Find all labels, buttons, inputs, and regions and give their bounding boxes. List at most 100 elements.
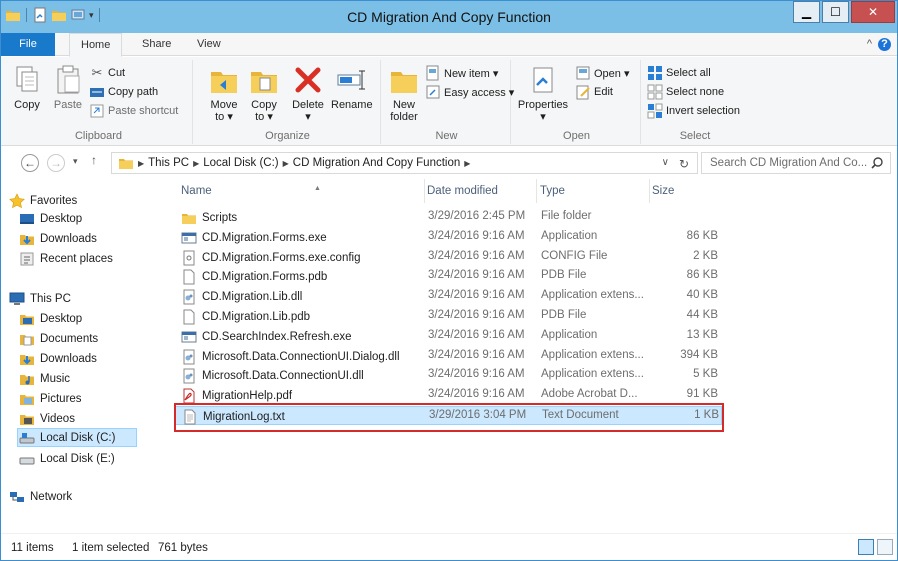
help-icon[interactable]: ? xyxy=(878,38,891,51)
nav-music[interactable]: Music xyxy=(19,369,70,388)
file-row[interactable]: CD.Migration.Forms.pdb 3/24/2016 9:16 AM P… xyxy=(175,267,722,286)
details-view-button[interactable] xyxy=(858,539,874,555)
tab-view[interactable]: View xyxy=(186,33,232,56)
paste-shortcut-button[interactable]: Paste shortcut xyxy=(89,102,178,120)
file-size: 2 KB xyxy=(693,249,718,262)
breadcrumb-this-pc[interactable]: This PC xyxy=(148,157,189,169)
file-row[interactable]: Scripts 3/29/2016 2:45 PM File folder xyxy=(175,208,722,227)
application-icon xyxy=(181,331,197,343)
file-name: Microsoft.Data.ConnectionUI.Dialog.dll xyxy=(202,350,400,363)
file-row[interactable]: CD.Migration.Forms.exe 3/24/2016 9:16 AM A… xyxy=(175,228,722,247)
nav-recent-places[interactable]: Recent places xyxy=(19,249,113,268)
ribbon: Copy Paste ✂ Cut Copy path Paste shortcu… xyxy=(1,57,897,146)
edit-button[interactable]: Edit xyxy=(575,83,613,101)
back-button[interactable]: ← xyxy=(21,154,39,172)
edit-icon xyxy=(576,85,590,100)
file-name-cell: CD.Migration.Forms.exe xyxy=(181,230,327,246)
open-group: Properties ▾ Open ▾ Edit Open xyxy=(513,60,641,144)
desktop-icon xyxy=(20,213,34,224)
maximize-button[interactable]: ☐ xyxy=(822,1,849,23)
new-item-button[interactable]: New item ▾ xyxy=(425,64,498,82)
address-bar[interactable]: ▶ This PC ▶ Local Disk (C:) ▶ CD Migrati… xyxy=(111,152,698,174)
file-row[interactable]: CD.SearchIndex.Refresh.exe 3/24/2016 9:16… xyxy=(175,327,722,346)
select-group: Select all Select none Invert selection … xyxy=(643,60,747,144)
up-button[interactable]: ↑ xyxy=(91,153,97,167)
open-button[interactable]: Open ▾ xyxy=(575,64,630,82)
search-box[interactable]: Search CD Migration And Co... xyxy=(701,152,891,174)
drive-icon xyxy=(19,432,35,443)
nav-downloads[interactable]: Downloads xyxy=(19,229,97,248)
breadcrumb-current-folder[interactable]: CD Migration And Copy Function xyxy=(293,157,460,169)
new-folder-icon xyxy=(391,72,417,93)
move-to-icon xyxy=(211,72,237,93)
nav-pc-downloads[interactable]: Downloads xyxy=(19,349,97,368)
pictures-icon xyxy=(20,394,34,405)
tab-share[interactable]: Share xyxy=(131,33,182,56)
copy-button[interactable]: Copy xyxy=(11,64,43,111)
tab-home[interactable]: Home xyxy=(69,33,123,57)
file-size: 86 KB xyxy=(686,229,718,242)
copy-to-button[interactable]: Copy to ▾ xyxy=(247,64,281,123)
move-to-button[interactable]: Move to ▾ xyxy=(207,64,241,123)
network-icon xyxy=(10,491,24,502)
large-icons-view-button[interactable] xyxy=(877,539,893,555)
file-name: CD.SearchIndex.Refresh.exe xyxy=(202,330,352,343)
nav-favorites[interactable]: Favorites xyxy=(9,191,77,210)
file-type: PDB File xyxy=(541,269,587,282)
select-none-icon xyxy=(647,84,663,100)
delete-button[interactable]: Delete ▾ xyxy=(289,64,327,123)
address-history-icon[interactable]: ∨ xyxy=(662,157,669,171)
file-icon xyxy=(183,309,195,325)
select-all-button[interactable]: Select all xyxy=(647,64,711,82)
paste-button[interactable]: Paste xyxy=(51,64,85,111)
file-date: 3/24/2016 9:16 AM xyxy=(428,388,525,401)
easy-access-button[interactable]: Easy access ▾ xyxy=(425,83,514,101)
file-row[interactable]: CD.Migration.Lib.pdb 3/24/2016 9:16 AM PDB… xyxy=(175,307,722,326)
file-row[interactable]: CD.Migration.Lib.dll 3/24/2016 9:16 AM App… xyxy=(175,287,722,306)
select-none-button[interactable]: Select none xyxy=(647,83,724,101)
cut-icon: ✂ xyxy=(91,65,103,80)
nav-pc-desktop[interactable]: Desktop xyxy=(19,309,82,328)
breadcrumb-local-disk[interactable]: Local Disk (C:) xyxy=(203,157,278,169)
minimize-button[interactable]: ▁ xyxy=(793,1,820,23)
tab-file[interactable]: File xyxy=(1,33,55,56)
nav-local-disk-c[interactable]: Local Disk (C:) xyxy=(17,428,137,447)
nav-local-disk-e[interactable]: Local Disk (E:) xyxy=(19,449,115,468)
status-item-count: 11 items xyxy=(11,542,54,554)
nav-videos[interactable]: Videos xyxy=(19,409,75,428)
file-name-cell: CD.SearchIndex.Refresh.exe xyxy=(181,329,352,345)
column-header-type[interactable]: Type xyxy=(540,179,650,203)
nav-this-pc[interactable]: This PC xyxy=(9,289,71,308)
nav-documents[interactable]: Documents xyxy=(19,329,98,348)
close-button[interactable]: ✕ xyxy=(851,1,895,23)
recent-places-icon xyxy=(20,252,34,265)
column-header-date[interactable]: Date modified xyxy=(427,179,537,203)
folder-icon xyxy=(182,214,196,224)
copy-path-button[interactable]: Copy path xyxy=(89,83,158,101)
collapse-ribbon-icon[interactable]: ^ xyxy=(867,38,872,50)
file-type: Application extens... xyxy=(541,289,644,302)
invert-selection-button[interactable]: Invert selection xyxy=(647,102,740,120)
rename-button[interactable]: Rename xyxy=(331,64,373,111)
file-type: Application extens... xyxy=(541,348,644,361)
search-icon[interactable] xyxy=(870,156,884,170)
navigation-bar: ← → ▾ ↑ ▶ This PC ▶ Local Disk (C:) ▶ CD… xyxy=(1,147,897,179)
file-row[interactable]: CD.Migration.Forms.exe.config 3/24/2016 9… xyxy=(175,248,722,267)
forward-button[interactable]: → xyxy=(47,154,65,172)
properties-button[interactable]: Properties ▾ xyxy=(517,64,569,123)
column-header-size[interactable]: Size xyxy=(652,179,722,203)
new-folder-button[interactable]: New folder xyxy=(387,64,421,123)
file-row[interactable]: Microsoft.Data.ConnectionUI.dll 3/24/2016… xyxy=(175,366,722,385)
nav-desktop[interactable]: Desktop xyxy=(19,209,82,228)
file-row[interactable]: Microsoft.Data.ConnectionUI.Dialog.dll 3/… xyxy=(175,347,722,366)
nav-pictures[interactable]: Pictures xyxy=(19,389,82,408)
address-controls: ∨ ↻ xyxy=(662,157,689,171)
refresh-icon[interactable]: ↻ xyxy=(679,157,689,171)
cut-button[interactable]: ✂ Cut xyxy=(89,64,126,82)
recent-locations-icon[interactable]: ▾ xyxy=(73,156,78,167)
application-icon xyxy=(181,232,197,244)
music-icon xyxy=(20,374,34,385)
column-header-name[interactable]: Name ▲ xyxy=(181,179,425,203)
nav-network[interactable]: Network xyxy=(9,487,72,506)
file-type: File folder xyxy=(541,210,592,222)
